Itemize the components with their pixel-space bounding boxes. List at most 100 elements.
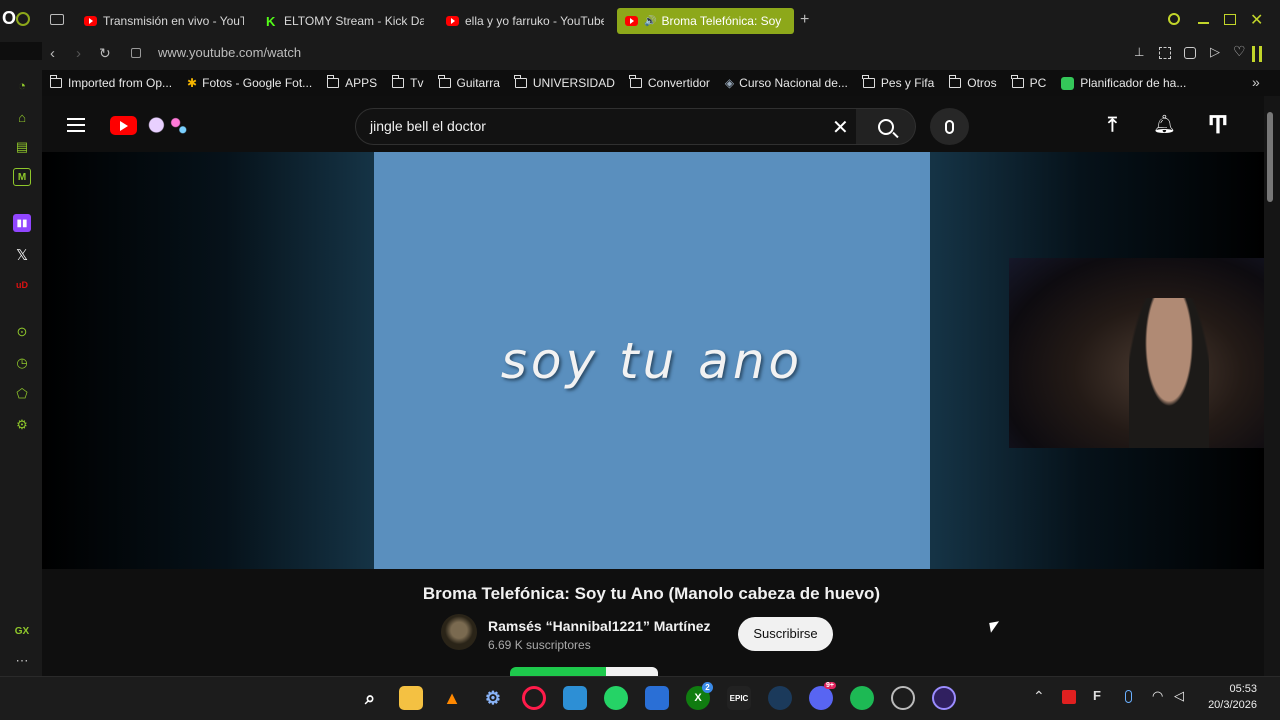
clock-date[interactable]: 20/3/2026: [1197, 699, 1257, 711]
gx-label[interactable]: GX: [13, 622, 31, 640]
back-button[interactable]: ‹: [50, 45, 55, 62]
doodle-icon[interactable]: [142, 113, 190, 137]
more-bookmarks-icon[interactable]: »: [1252, 74, 1260, 90]
tab-label: ELTOMY Stream - Kick Da: [284, 14, 424, 28]
close-window-button[interactable]: ✕: [1250, 10, 1263, 30]
search-box[interactable]: jingle bell el doctor ✕: [355, 108, 857, 145]
ublock-icon[interactable]: uD: [13, 276, 31, 294]
voice-search-button[interactable]: [930, 108, 969, 145]
url-field[interactable]: www.youtube.com/watch: [158, 45, 301, 60]
maximize-button[interactable]: [1224, 14, 1236, 25]
folder-icon: [948, 75, 962, 88]
pin-icon[interactable]: ⊥: [1134, 45, 1144, 59]
app-window-icon[interactable]: [563, 686, 587, 710]
bookmark-label: Otros: [967, 76, 997, 90]
play-circle-icon[interactable]: ⊙: [13, 323, 31, 341]
history-icon[interactable]: ◷: [13, 354, 31, 372]
tray-expand-icon[interactable]: ⌃: [1033, 688, 1045, 705]
gx-corner-icon[interactable]: ⌂: [13, 108, 31, 126]
bookmark-label: UNIVERSIDAD: [532, 76, 615, 90]
shield-icon[interactable]: [1184, 47, 1196, 59]
tray-f-icon[interactable]: F: [1093, 688, 1101, 703]
bookmark-tv[interactable]: Tv: [391, 75, 424, 90]
tab-3[interactable]: ella y yo farruko - YouTube: [442, 8, 604, 34]
spotify-icon[interactable]: [850, 686, 874, 710]
opera-gx-logo[interactable]: O: [2, 8, 34, 32]
discord-icon[interactable]: 9+: [809, 682, 836, 710]
tray-mic-icon[interactable]: [1125, 690, 1132, 703]
whatsapp-icon[interactable]: [604, 686, 628, 710]
file-explorer-icon[interactable]: [399, 686, 423, 710]
extensions-icon[interactable]: ⬠: [13, 385, 31, 403]
sidebar-toggle-icon[interactable]: [1252, 46, 1262, 62]
record-app-icon[interactable]: [891, 686, 915, 710]
menu-icon[interactable]: [67, 118, 85, 132]
bookmark-otros[interactable]: Otros: [948, 75, 997, 90]
windows-start-icon[interactable]: [317, 686, 341, 710]
snapshot-icon[interactable]: [1159, 47, 1171, 59]
bookmark-apps[interactable]: APPS: [326, 75, 378, 90]
volume-icon[interactable]: ◁: [1174, 688, 1184, 704]
notifications-bell-icon[interactable]: 🔔︎: [1153, 114, 1176, 135]
player-icon[interactable]: ▤: [13, 138, 31, 156]
mouse-cursor-icon: [989, 621, 1001, 633]
x-icon[interactable]: 𝕏: [13, 246, 31, 264]
bookmark-universidad[interactable]: UNIVERSIDAD: [514, 75, 615, 90]
opera-gx-taskbar-icon[interactable]: [522, 686, 546, 710]
youtube-icon: [84, 16, 97, 26]
bookmark-fotos[interactable]: ✱ Fotos - Google Fot...: [187, 76, 312, 90]
more-icon[interactable]: ⋯: [13, 652, 31, 670]
account-avatar[interactable]: Ͳ: [1204, 114, 1232, 140]
search-taskbar-icon[interactable]: ⌕: [358, 686, 382, 710]
planner-icon: [1061, 76, 1075, 90]
workspaces-icon[interactable]: [50, 14, 64, 25]
xbox-badge: 2: [702, 682, 713, 693]
clear-search-icon[interactable]: ✕: [832, 115, 849, 140]
minimize-button[interactable]: [1198, 22, 1209, 24]
wifi-icon[interactable]: ◠: [1152, 688, 1163, 704]
upload-icon[interactable]: ⤒: [1108, 114, 1117, 137]
m-icon[interactable]: M: [13, 168, 31, 186]
bookmark-label: APPS: [345, 76, 378, 90]
forward-button[interactable]: ›: [76, 45, 81, 62]
tray-app-icon[interactable]: [1062, 690, 1076, 704]
tab-active[interactable]: 🔊 Broma Telefónica: Soy: [617, 8, 794, 34]
send-icon[interactable]: ▷: [1210, 44, 1220, 60]
channel-name[interactable]: Ramsés “Hannibal1221” Martínez: [488, 618, 711, 634]
subscribe-button[interactable]: Suscribirse: [738, 617, 833, 651]
store-icon[interactable]: [645, 686, 669, 710]
bookmark-convertidor[interactable]: Convertidor: [629, 75, 710, 90]
epic-games-icon[interactable]: EPIC: [727, 686, 751, 710]
vlc-icon[interactable]: ▲: [440, 686, 464, 710]
new-tab-button[interactable]: +: [800, 11, 809, 29]
bookmark-label: Planificador de ha...: [1080, 76, 1187, 90]
tab-2[interactable]: K ELTOMY Stream - Kick Da: [262, 8, 424, 34]
bookmark-planificador[interactable]: Planificador de ha...: [1061, 76, 1186, 90]
reload-icon[interactable]: ↻: [99, 45, 111, 62]
youtube-logo[interactable]: [110, 116, 137, 135]
folder-icon: [1011, 75, 1024, 88]
page-scrollbar[interactable]: [1264, 96, 1280, 676]
bookmark-guitarra[interactable]: Guitarra: [438, 75, 500, 90]
tab-1[interactable]: Transmisión en vivo - YouT: [80, 8, 244, 34]
video-frame[interactable]: soy tu ano: [374, 152, 930, 569]
channel-avatar[interactable]: [441, 614, 477, 650]
search-button[interactable]: [856, 108, 916, 145]
xbox-icon[interactable]: X2: [686, 682, 713, 710]
twitch-icon[interactable]: ▮▮: [13, 214, 31, 232]
bookmark-pc[interactable]: PC: [1011, 75, 1046, 90]
search-input[interactable]: jingle bell el doctor: [370, 118, 486, 134]
bookmark-pes[interactable]: Pes y Fifa: [862, 75, 934, 90]
webcam-overlay: [1009, 258, 1280, 448]
search-tabs-icon[interactable]: [1168, 13, 1180, 25]
steam-icon[interactable]: [768, 686, 792, 710]
obs-icon[interactable]: [932, 686, 956, 710]
bookmark-curso[interactable]: ◈ Curso Nacional de...: [725, 76, 848, 90]
bookmark-imported[interactable]: Imported from Op...: [49, 75, 172, 90]
clock-time[interactable]: 05:53: [1203, 683, 1257, 695]
settings-taskbar-icon[interactable]: ⚙: [481, 686, 505, 710]
gx-control-icon[interactable]: ◔: [13, 76, 31, 94]
folder-icon: [438, 75, 451, 88]
settings-gear-icon[interactable]: ⚙: [13, 416, 31, 434]
heart-icon[interactable]: ♡: [1233, 43, 1246, 60]
